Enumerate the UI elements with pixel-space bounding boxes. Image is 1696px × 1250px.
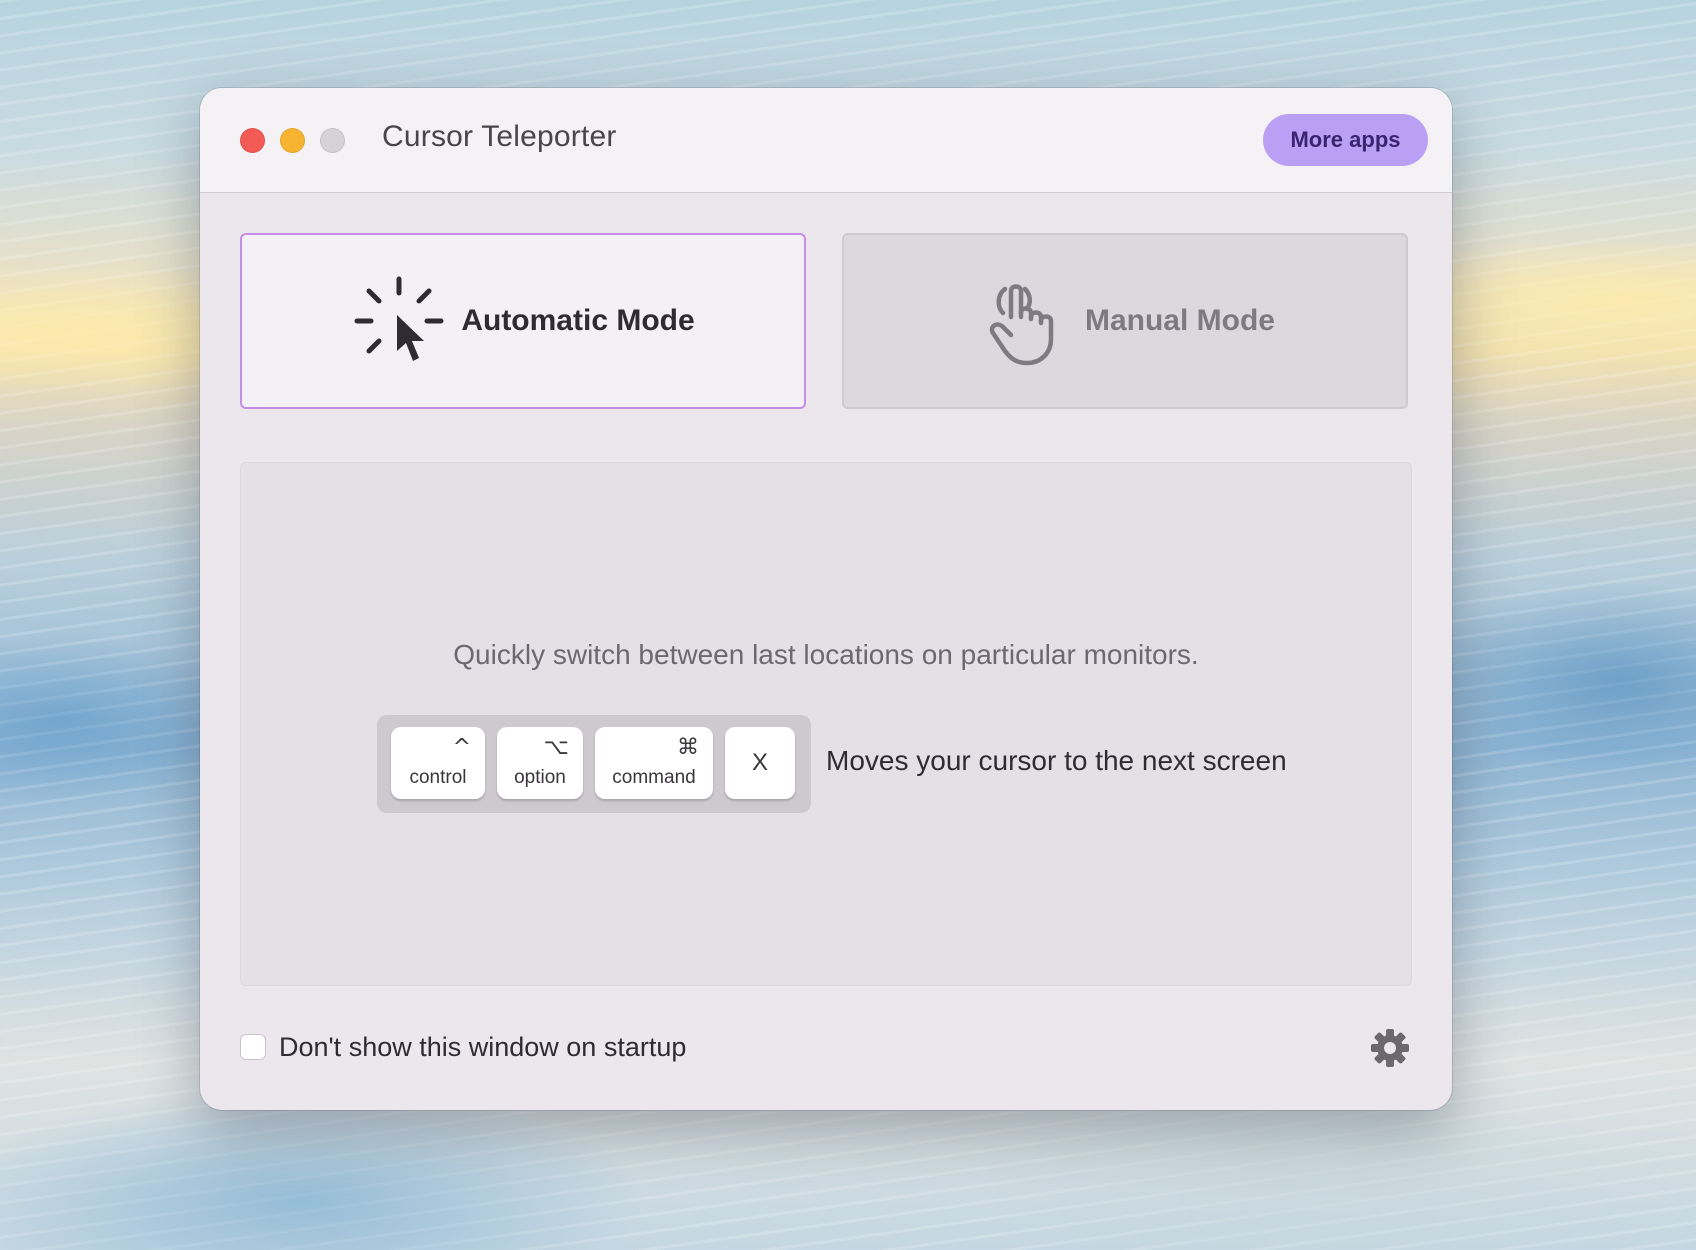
key-option: ⌥ option (497, 727, 583, 799)
shortcut-description: Moves your cursor to the next screen (826, 745, 1287, 776)
title-bar: Cursor Teleporter More apps (200, 88, 1452, 193)
key-x: X (725, 727, 795, 799)
desktop-background: Cursor Teleporter More apps Automatic Mo… (0, 0, 1696, 1250)
x-key-label: X (751, 749, 768, 776)
manual-mode-button[interactable]: Manual Mode (842, 233, 1408, 409)
control-key-label: control (409, 767, 467, 788)
command-symbol: ⌘ (677, 735, 699, 760)
option-symbol: ⌥ (543, 735, 569, 760)
more-apps-button[interactable]: More apps (1263, 114, 1428, 166)
startup-checkbox[interactable] (240, 1034, 266, 1060)
app-window: Cursor Teleporter More apps Automatic Mo… (200, 88, 1452, 1110)
close-window-button[interactable] (240, 128, 265, 153)
automatic-mode-button[interactable]: Automatic Mode (240, 233, 806, 409)
cursor-burst-icon (354, 276, 444, 361)
automatic-mode-label: Automatic Mode (461, 304, 695, 337)
startup-checkbox-label[interactable]: Don't show this window on startup (279, 1032, 686, 1063)
window-title: Cursor Teleporter (382, 120, 617, 153)
option-key-label: option (514, 767, 566, 788)
mode-description: Quickly switch between last locations on… (453, 639, 1199, 670)
key-control: ^ control (391, 727, 485, 799)
control-symbol: ^ (452, 735, 471, 760)
minimize-window-button[interactable] (280, 128, 305, 153)
key-command: ⌘ command (595, 727, 713, 799)
command-key-label: command (612, 767, 696, 788)
hand-pointer-icon (989, 284, 1054, 366)
shortcut-keys: ^ control ⌥ option ⌘ command X (377, 715, 811, 813)
zoom-window-button[interactable] (320, 128, 345, 153)
manual-mode-label: Manual Mode (1084, 304, 1275, 337)
gear-icon[interactable] (1369, 1027, 1411, 1069)
mode-info-panel: Quickly switch between last locations on… (240, 462, 1412, 986)
